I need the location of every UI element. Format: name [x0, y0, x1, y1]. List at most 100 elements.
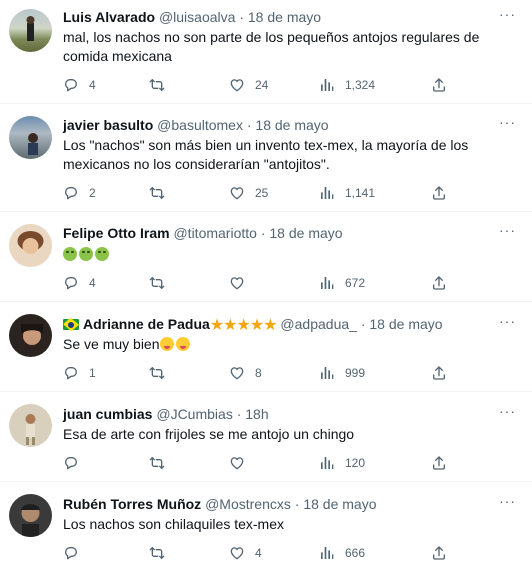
author-name[interactable]: Luis Alvarado: [63, 9, 155, 25]
avatar[interactable]: [9, 494, 52, 537]
timestamp[interactable]: 18 de mayo: [303, 496, 376, 512]
author-name[interactable]: Adrianne de Padua: [83, 316, 210, 332]
tweet-actions: 120: [63, 454, 453, 472]
views-button[interactable]: 120: [319, 454, 365, 472]
like-button[interactable]: [229, 454, 255, 472]
author-handle[interactable]: @JCumbias: [156, 406, 232, 422]
heart-icon: [229, 545, 245, 561]
share-button[interactable]: [431, 274, 447, 292]
views-button[interactable]: 1,141: [319, 184, 375, 202]
reply-button[interactable]: 4: [63, 76, 96, 94]
tweet-text: Esa de arte con frijoles se me antojo un…: [63, 426, 355, 442]
tweet[interactable]: Felipe Otto Iram @titomariotto · 18 de m…: [0, 212, 532, 302]
tweet[interactable]: javier basulto @basultomex · 18 de mayo …: [0, 104, 532, 212]
tweet-header: juan cumbias @JCumbias · 18h: [63, 405, 269, 423]
timestamp[interactable]: 18 de mayo: [369, 316, 442, 332]
heart-icon: [229, 185, 245, 201]
tweet-actions: 1 8 999: [63, 364, 453, 382]
more-options-icon[interactable]: ···: [499, 313, 516, 329]
heart-icon: [229, 77, 245, 93]
separator: ·: [239, 9, 244, 25]
nauseated-face-emoji: [95, 247, 109, 261]
timestamp[interactable]: 18 de mayo: [255, 117, 328, 133]
views-button[interactable]: 666: [319, 544, 365, 562]
view-count: 666: [345, 546, 366, 560]
reply-button[interactable]: [63, 454, 89, 472]
reply-count: 4: [89, 276, 96, 290]
tweet[interactable]: Luis Alvarado @luisaoalva · 18 de mayo ·…: [0, 0, 532, 104]
author-handle[interactable]: @basultomex: [157, 117, 243, 133]
tweet-header: Adrianne de Padua★★★★★ @adpadua_ · 18 de…: [63, 315, 443, 335]
author-handle[interactable]: @adpadua_: [280, 316, 357, 332]
timestamp[interactable]: 18 de mayo: [269, 225, 342, 241]
more-options-icon[interactable]: ···: [499, 6, 516, 22]
share-icon: [431, 455, 447, 471]
reply-button[interactable]: 2: [63, 184, 96, 202]
separator: ·: [360, 316, 366, 332]
more-options-icon[interactable]: ···: [499, 114, 516, 130]
share-button[interactable]: [431, 76, 447, 94]
like-button[interactable]: 8: [229, 364, 262, 382]
timestamp[interactable]: 18 de mayo: [248, 9, 321, 25]
retweet-button[interactable]: [149, 184, 175, 202]
yum-face-emoji: [175, 337, 190, 351]
reply-button[interactable]: 4: [63, 274, 96, 292]
avatar[interactable]: [9, 404, 52, 447]
tweet-text: Los "nachos" son más bien un invento tex…: [63, 137, 469, 172]
share-button[interactable]: [431, 454, 447, 472]
like-button[interactable]: 24: [229, 76, 268, 94]
tweet-actions: 2 25 1,141: [63, 184, 453, 202]
author-name[interactable]: Rubén Torres Muñoz: [63, 496, 201, 512]
retweet-button[interactable]: [149, 544, 175, 562]
views-icon: [319, 275, 335, 291]
retweet-button[interactable]: [149, 364, 175, 382]
reply-icon: [63, 275, 79, 291]
retweet-button[interactable]: [149, 76, 175, 94]
views-button[interactable]: 999: [319, 364, 365, 382]
view-count: 1,324: [345, 78, 376, 92]
reply-count: 2: [89, 186, 96, 200]
heart-icon: [229, 275, 245, 291]
tweet[interactable]: juan cumbias @JCumbias · 18h ··· Esa de …: [0, 392, 532, 482]
retweet-button[interactable]: [149, 454, 175, 472]
view-count: 1,141: [345, 186, 376, 200]
timestamp[interactable]: 18h: [245, 406, 268, 422]
share-icon: [431, 275, 447, 291]
author-name[interactable]: juan cumbias: [63, 406, 152, 422]
reply-count: 4: [89, 78, 96, 92]
tweet-actions: 4 672: [63, 274, 453, 292]
tweet-header: Luis Alvarado @luisaoalva · 18 de mayo: [63, 8, 321, 26]
share-icon: [431, 545, 447, 561]
more-options-icon[interactable]: ···: [499, 403, 516, 419]
share-icon: [431, 365, 447, 381]
author-handle[interactable]: @Mostrencxs: [205, 496, 291, 512]
like-button[interactable]: 4: [229, 544, 262, 562]
share-button[interactable]: [431, 544, 447, 562]
more-options-icon[interactable]: ···: [499, 493, 516, 509]
separator: ·: [260, 225, 266, 241]
avatar[interactable]: [9, 314, 52, 357]
nauseated-face-emoji: [63, 247, 77, 261]
share-button[interactable]: [431, 364, 447, 382]
like-button[interactable]: [229, 274, 255, 292]
author-name[interactable]: Felipe Otto Iram: [63, 225, 170, 241]
avatar[interactable]: [9, 9, 52, 52]
tweet[interactable]: Rubén Torres Muñoz @Mostrencxs · 18 de m…: [0, 482, 532, 573]
reply-button[interactable]: [63, 544, 89, 562]
retweet-icon: [149, 365, 165, 381]
retweet-button[interactable]: [149, 274, 175, 292]
views-button[interactable]: 672: [319, 274, 365, 292]
share-button[interactable]: [431, 184, 447, 202]
avatar[interactable]: [9, 116, 52, 159]
author-name[interactable]: javier basulto: [63, 117, 153, 133]
like-button[interactable]: 25: [229, 184, 268, 202]
heart-icon: [229, 365, 245, 381]
author-handle[interactable]: @titomariotto: [173, 225, 256, 241]
more-options-icon[interactable]: ···: [499, 222, 516, 238]
tweet[interactable]: Adrianne de Padua★★★★★ @adpadua_ · 18 de…: [0, 302, 532, 392]
avatar[interactable]: [9, 224, 52, 267]
reply-button[interactable]: 1: [63, 364, 96, 382]
views-icon: [319, 545, 335, 561]
views-button[interactable]: 1,324: [319, 76, 375, 94]
author-handle[interactable]: @luisaoalva: [159, 9, 235, 25]
